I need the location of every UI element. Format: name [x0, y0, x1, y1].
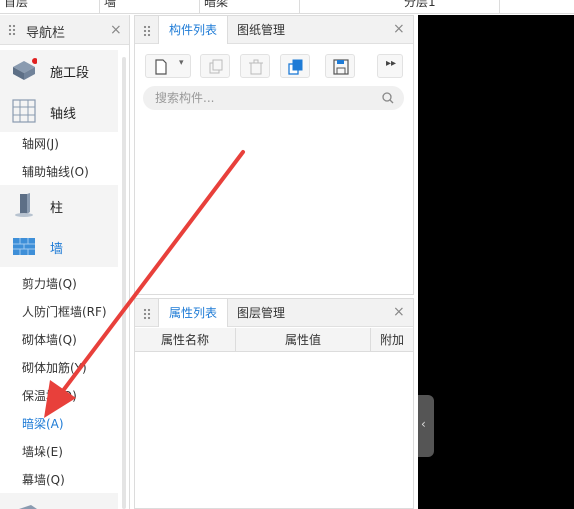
nav-category-construction[interactable]: 施工段 [0, 50, 118, 91]
close-icon[interactable]: × [110, 22, 122, 38]
chevron-left-icon: ‹ [421, 417, 426, 431]
top-toolbar: 首层 墙 暗梁 分层1 [0, 0, 574, 14]
nav-item-aux-axis[interactable]: 辅助轴线(O) [22, 163, 89, 180]
nav-category-next[interactable] [0, 493, 118, 509]
new-component-button[interactable]: ▾ [145, 54, 191, 78]
close-icon[interactable]: × [393, 304, 405, 320]
new-file-icon [155, 59, 167, 75]
nav-category-wall[interactable]: 墙 [0, 226, 118, 267]
layers-copy-icon [288, 59, 303, 75]
floor-selector[interactable]: 首层 [0, 0, 100, 13]
nav-scrollbar[interactable] [122, 57, 126, 509]
tab-drawing-management[interactable]: 图纸管理 [227, 16, 295, 44]
copy-icon [209, 59, 223, 74]
column-header-property-name[interactable]: 属性名称 [135, 328, 236, 352]
save-component-button[interactable] [325, 54, 355, 78]
chevron-down-icon[interactable]: ▾ [179, 58, 184, 68]
nav-category-axis[interactable]: 轴线 [0, 91, 118, 132]
layer-copy-button[interactable] [280, 54, 310, 78]
layer-selector[interactable] [300, 0, 400, 13]
search-icon[interactable] [382, 92, 394, 104]
component-pane: 构件列表 图纸管理 × ▾ ▸▸ 搜索构件... [134, 15, 414, 295]
search-input[interactable] [155, 89, 375, 107]
nav-item-masonry-reinforcement[interactable]: 砌体加筋(Y) [22, 359, 87, 376]
nav-item-shear-wall[interactable]: 剪力墙(Q) [22, 275, 77, 292]
nav-item-insulation-wall[interactable]: 保温墙(Q) [22, 387, 77, 404]
tab-property-list[interactable]: 属性列表 [158, 299, 229, 327]
property-pane: 属性列表 图层管理 × 属性名称 属性值 附加 [134, 298, 414, 509]
property-pane-header: 属性列表 图层管理 × [135, 299, 413, 327]
tab-component-list[interactable]: 构件列表 [158, 16, 229, 44]
type-selector[interactable]: 墙 [100, 0, 200, 13]
nav-category-label: 柱 [50, 201, 64, 216]
drag-grip-icon[interactable] [143, 308, 151, 320]
column-icon [15, 193, 33, 217]
nav-category-label: 轴线 [50, 107, 77, 122]
component-pane-header: 构件列表 图纸管理 × [135, 16, 413, 44]
nav-category-label: 墙 [50, 242, 64, 257]
search-box [143, 86, 404, 110]
nav-item-curtain-wall[interactable]: 幕墙(Q) [22, 471, 65, 488]
brick-wall-icon [13, 238, 35, 255]
collapse-panel-handle[interactable]: ‹ [418, 395, 434, 457]
nav-item-masonry-wall[interactable]: 砌体墙(Q) [22, 331, 77, 348]
column-header-extra[interactable]: 附加 [371, 328, 413, 352]
more-tools-button[interactable]: ▸▸ [377, 54, 403, 78]
beam-icon [19, 505, 37, 509]
nav-item-civil-defense-door-wall[interactable]: 人防门框墙(RF) [22, 303, 107, 320]
drag-grip-icon[interactable] [8, 24, 16, 36]
drag-grip-icon[interactable] [143, 25, 151, 37]
nav-item-hidden-beam[interactable]: 暗梁(A) [22, 415, 64, 432]
double-chevron-right-icon: ▸▸ [386, 58, 397, 69]
property-table-header: 属性名称 属性值 附加 [135, 328, 413, 352]
drawing-viewport[interactable] [418, 15, 574, 509]
delete-component-button[interactable] [240, 54, 270, 78]
nav-category-label: 施工段 [50, 66, 90, 81]
nav-title: 导航栏 [26, 26, 66, 41]
tab-layer-management[interactable]: 图层管理 [227, 299, 295, 327]
nav-item-grid[interactable]: 轴网(J) [22, 135, 59, 152]
trash-icon [249, 59, 263, 75]
copy-component-button[interactable] [200, 54, 230, 78]
sublayer-selector[interactable]: 分层1 [400, 0, 500, 13]
close-icon[interactable]: × [393, 21, 405, 37]
nav-panel: 导航栏 × 施工段 轴线 轴网(J) 辅助轴线(O) 柱 墙 剪力墙(Q) 人防… [0, 15, 130, 509]
component-selector[interactable]: 暗梁 [200, 0, 300, 13]
grid-axis-icon [12, 99, 36, 123]
nav-category-column[interactable]: 柱 [0, 185, 118, 226]
nav-item-wall-buttress[interactable]: 墙垛(E) [22, 443, 63, 460]
nav-header: 导航栏 × [0, 15, 129, 45]
column-header-property-value[interactable]: 属性值 [236, 328, 371, 352]
save-icon [333, 59, 349, 75]
construction-icon [13, 58, 37, 80]
